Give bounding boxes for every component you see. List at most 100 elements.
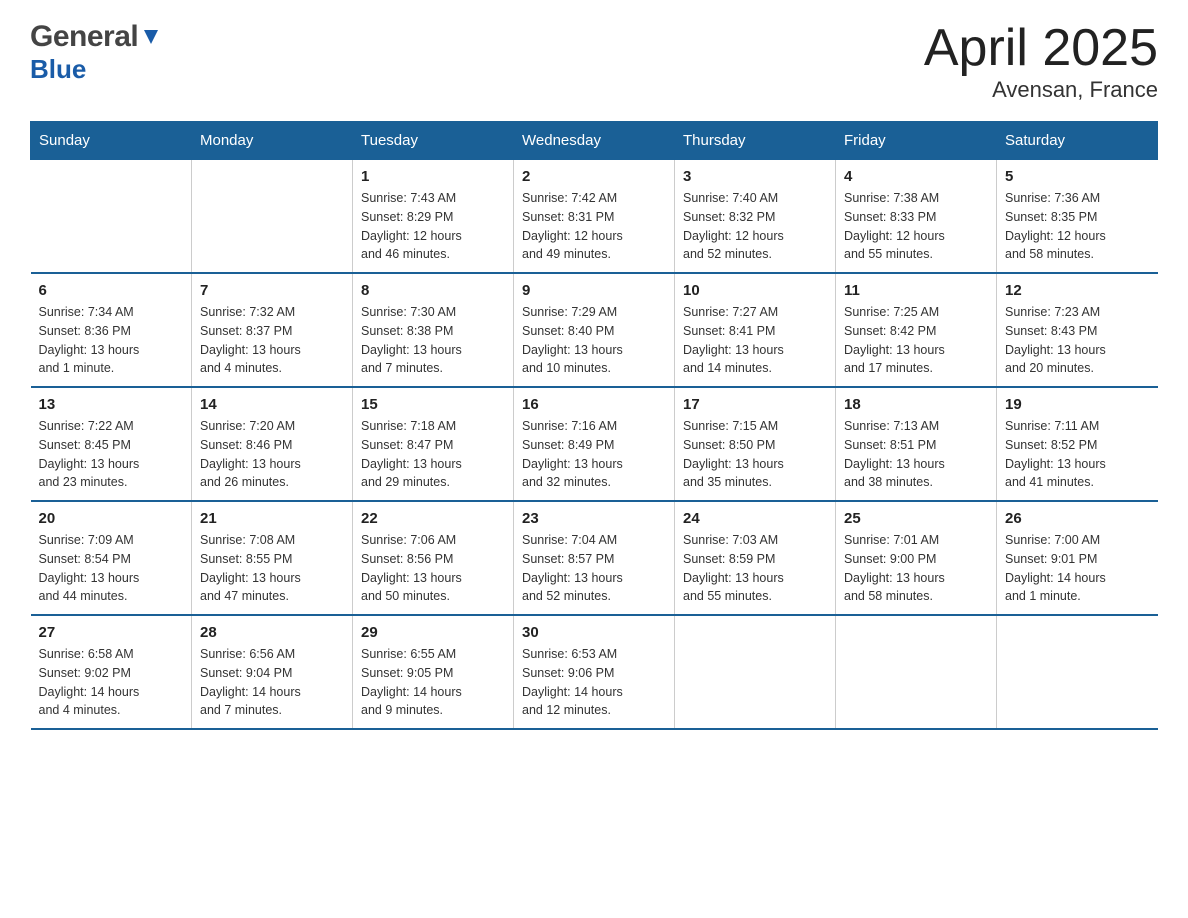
table-row (836, 615, 997, 729)
day-info: Sunrise: 7:42 AM Sunset: 8:31 PM Dayligh… (522, 189, 666, 264)
logo-arrow-icon (140, 26, 162, 48)
day-number: 6 (39, 282, 184, 299)
day-number: 21 (200, 510, 344, 527)
day-number: 24 (683, 510, 827, 527)
day-info: Sunrise: 7:09 AM Sunset: 8:54 PM Dayligh… (39, 531, 184, 606)
day-number: 15 (361, 396, 505, 413)
table-row: 24 Sunrise: 7:03 AM Sunset: 8:59 PM Dayli… (675, 501, 836, 615)
day-number: 28 (200, 624, 344, 641)
calendar-week-row: 27Sunrise: 6:58 AM Sunset: 9:02 PM Dayli… (31, 615, 1158, 729)
day-info: Sunrise: 7:32 AM Sunset: 8:37 PM Dayligh… (200, 303, 344, 378)
calendar-week-row: 1Sunrise: 7:43 AM Sunset: 8:29 PM Daylig… (31, 160, 1158, 274)
day-info: Sunrise: 7:08 AM Sunset: 8:55 PM Dayligh… (200, 531, 344, 606)
day-number: 10 (683, 282, 827, 299)
day-number: 23 (522, 510, 666, 527)
day-info: Sunrise: 6:56 AM Sunset: 9:04 PM Dayligh… (200, 645, 344, 720)
day-number: 13 (39, 396, 184, 413)
table-row: 30 Sunrise: 6:53 AM Sunset: 9:06 PM Dayli… (514, 615, 675, 729)
day-number: 29 (361, 624, 505, 641)
calendar-week-row: 6 Sunrise: 7:34 AM Sunset: 8:36 PM Daylig… (31, 273, 1158, 387)
day-info: Sunrise: 7:18 AM Sunset: 8:47 PM Dayligh… (361, 417, 505, 492)
day-info: Sunrise: 7:29 AM Sunset: 8:40 PM Dayligh… (522, 303, 666, 378)
day-number: 1 (361, 168, 505, 185)
day-info: Sunrise: 6:55 AM Sunset: 9:05 PM Dayligh… (361, 645, 505, 720)
day-info: Sunrise: 7:22 AM Sunset: 8:45 PM Dayligh… (39, 417, 184, 492)
table-row (31, 160, 192, 274)
day-number: 26 (1005, 510, 1150, 527)
table-row: 7 Sunrise: 7:32 AM Sunset: 8:37 PM Daylig… (192, 273, 353, 387)
calendar-header-row: Sunday Monday Tuesday Wednesday Thursday… (31, 122, 1158, 160)
table-row: 3 Sunrise: 7:40 AM Sunset: 8:32 PM Daylig… (675, 160, 836, 274)
day-info: Sunrise: 7:13 AM Sunset: 8:51 PM Dayligh… (844, 417, 988, 492)
header-monday: Monday (192, 122, 353, 160)
day-number: 30 (522, 624, 666, 641)
day-number: 4 (844, 168, 988, 185)
page-title: April 2025 (924, 20, 1158, 77)
day-number: 9 (522, 282, 666, 299)
table-row: 11 Sunrise: 7:25 AM Sunset: 8:42 PM Dayli… (836, 273, 997, 387)
calendar-week-row: 20 Sunrise: 7:09 AM Sunset: 8:54 PM Dayli… (31, 501, 1158, 615)
logo-general-text: General (30, 20, 138, 54)
day-info: Sunrise: 7:11 AM Sunset: 8:52 PM Dayligh… (1005, 417, 1150, 492)
day-number: 17 (683, 396, 827, 413)
table-row: 12 Sunrise: 7:23 AM Sunset: 8:43 PM Dayli… (997, 273, 1158, 387)
header-tuesday: Tuesday (353, 122, 514, 160)
day-info: Sunrise: 7:15 AM Sunset: 8:50 PM Dayligh… (683, 417, 827, 492)
day-info: Sunrise: 7:25 AM Sunset: 8:42 PM Dayligh… (844, 303, 988, 378)
table-row: 25 Sunrise: 7:01 AM Sunset: 9:00 PM Dayli… (836, 501, 997, 615)
day-info: Sunrise: 7:20 AM Sunset: 8:46 PM Dayligh… (200, 417, 344, 492)
day-number: 25 (844, 510, 988, 527)
day-number: 27 (39, 624, 184, 641)
header-saturday: Saturday (997, 122, 1158, 160)
header-sunday: Sunday (31, 122, 192, 160)
day-info: Sunrise: 7:03 AM Sunset: 8:59 PM Dayligh… (683, 531, 827, 606)
day-number: 22 (361, 510, 505, 527)
day-info: Sunrise: 7:00 AM Sunset: 9:01 PM Dayligh… (1005, 531, 1150, 606)
calendar-week-row: 13 Sunrise: 7:22 AM Sunset: 8:45 PM Dayli… (31, 387, 1158, 501)
table-row: 18 Sunrise: 7:13 AM Sunset: 8:51 PM Dayli… (836, 387, 997, 501)
table-row: 17 Sunrise: 7:15 AM Sunset: 8:50 PM Dayli… (675, 387, 836, 501)
table-row: 21 Sunrise: 7:08 AM Sunset: 8:55 PM Dayli… (192, 501, 353, 615)
day-info: Sunrise: 7:40 AM Sunset: 8:32 PM Dayligh… (683, 189, 827, 264)
table-row (997, 615, 1158, 729)
day-info: Sunrise: 7:23 AM Sunset: 8:43 PM Dayligh… (1005, 303, 1150, 378)
header-wednesday: Wednesday (514, 122, 675, 160)
table-row: 16Sunrise: 7:16 AM Sunset: 8:49 PM Dayli… (514, 387, 675, 501)
day-info: Sunrise: 7:34 AM Sunset: 8:36 PM Dayligh… (39, 303, 184, 378)
table-row: 6 Sunrise: 7:34 AM Sunset: 8:36 PM Daylig… (31, 273, 192, 387)
day-info: Sunrise: 7:04 AM Sunset: 8:57 PM Dayligh… (522, 531, 666, 606)
day-number: 8 (361, 282, 505, 299)
table-row: 1Sunrise: 7:43 AM Sunset: 8:29 PM Daylig… (353, 160, 514, 274)
day-info: Sunrise: 7:36 AM Sunset: 8:35 PM Dayligh… (1005, 189, 1150, 264)
day-number: 18 (844, 396, 988, 413)
day-info: Sunrise: 7:06 AM Sunset: 8:56 PM Dayligh… (361, 531, 505, 606)
day-number: 2 (522, 168, 666, 185)
title-block: April 2025 Avensan, France (924, 20, 1158, 103)
day-number: 5 (1005, 168, 1150, 185)
table-row: 5 Sunrise: 7:36 AM Sunset: 8:35 PM Daylig… (997, 160, 1158, 274)
logo-blue-text: Blue (30, 54, 86, 84)
header-thursday: Thursday (675, 122, 836, 160)
header: General Blue April 2025 Avensan, France (30, 20, 1158, 103)
table-row: 27Sunrise: 6:58 AM Sunset: 9:02 PM Dayli… (31, 615, 192, 729)
logo: General Blue (30, 20, 162, 85)
table-row: 14 Sunrise: 7:20 AM Sunset: 8:46 PM Dayli… (192, 387, 353, 501)
table-row: 20 Sunrise: 7:09 AM Sunset: 8:54 PM Dayli… (31, 501, 192, 615)
day-info: Sunrise: 7:27 AM Sunset: 8:41 PM Dayligh… (683, 303, 827, 378)
day-number: 11 (844, 282, 988, 299)
day-info: Sunrise: 7:30 AM Sunset: 8:38 PM Dayligh… (361, 303, 505, 378)
table-row: 4Sunrise: 7:38 AM Sunset: 8:33 PM Daylig… (836, 160, 997, 274)
table-row: 29 Sunrise: 6:55 AM Sunset: 9:05 PM Dayli… (353, 615, 514, 729)
day-number: 7 (200, 282, 344, 299)
table-row: 23 Sunrise: 7:04 AM Sunset: 8:57 PM Dayli… (514, 501, 675, 615)
day-info: Sunrise: 6:53 AM Sunset: 9:06 PM Dayligh… (522, 645, 666, 720)
day-number: 3 (683, 168, 827, 185)
table-row: 10 Sunrise: 7:27 AM Sunset: 8:41 PM Dayli… (675, 273, 836, 387)
day-number: 14 (200, 396, 344, 413)
page-subtitle: Avensan, France (924, 77, 1158, 103)
day-number: 20 (39, 510, 184, 527)
header-friday: Friday (836, 122, 997, 160)
table-row: 26 Sunrise: 7:00 AM Sunset: 9:01 PM Dayli… (997, 501, 1158, 615)
day-info: Sunrise: 7:01 AM Sunset: 9:00 PM Dayligh… (844, 531, 988, 606)
day-number: 12 (1005, 282, 1150, 299)
